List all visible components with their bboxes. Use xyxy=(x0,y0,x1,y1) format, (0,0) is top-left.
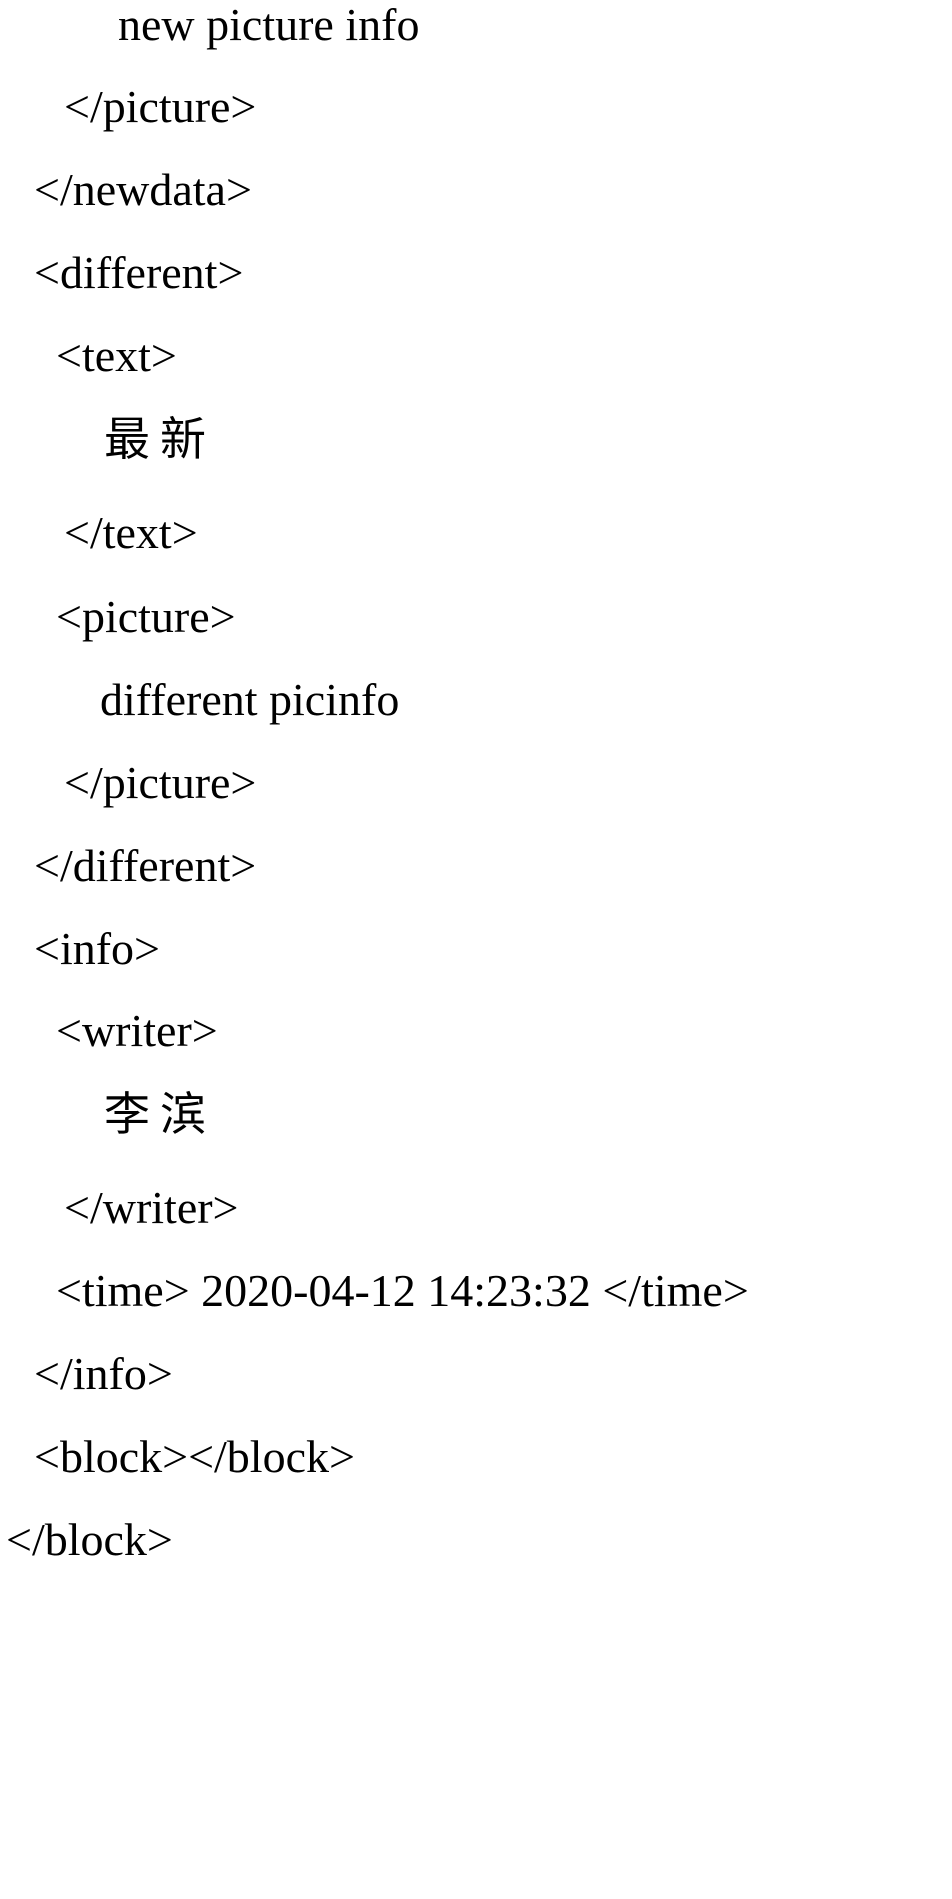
code-line: </block> xyxy=(6,1514,173,1565)
code-line: <text> xyxy=(56,330,177,381)
code-line: 最新 xyxy=(104,412,216,466)
code-line: </newdata> xyxy=(34,164,252,215)
code-line: <time> 2020-04-12 14:23:32 </time> xyxy=(56,1265,749,1316)
code-line: </info> xyxy=(34,1348,173,1399)
code-line: </text> xyxy=(64,507,198,558)
code-line: 李滨 xyxy=(104,1087,216,1141)
code-line: <info> xyxy=(34,923,160,974)
code-line: </different> xyxy=(34,840,257,891)
code-line: new picture info xyxy=(118,0,420,50)
document-page: new picture info </picture> </newdata> <dif… xyxy=(0,0,952,1899)
code-line: <block></block> xyxy=(34,1431,355,1482)
code-line: </picture> xyxy=(64,757,257,808)
code-line: <picture> xyxy=(56,591,236,642)
code-line: <different> xyxy=(34,247,244,298)
code-line: <writer> xyxy=(56,1005,218,1056)
code-line: </picture> xyxy=(64,81,257,132)
code-line: different picinfo xyxy=(100,674,400,725)
code-line: </writer> xyxy=(64,1182,239,1233)
